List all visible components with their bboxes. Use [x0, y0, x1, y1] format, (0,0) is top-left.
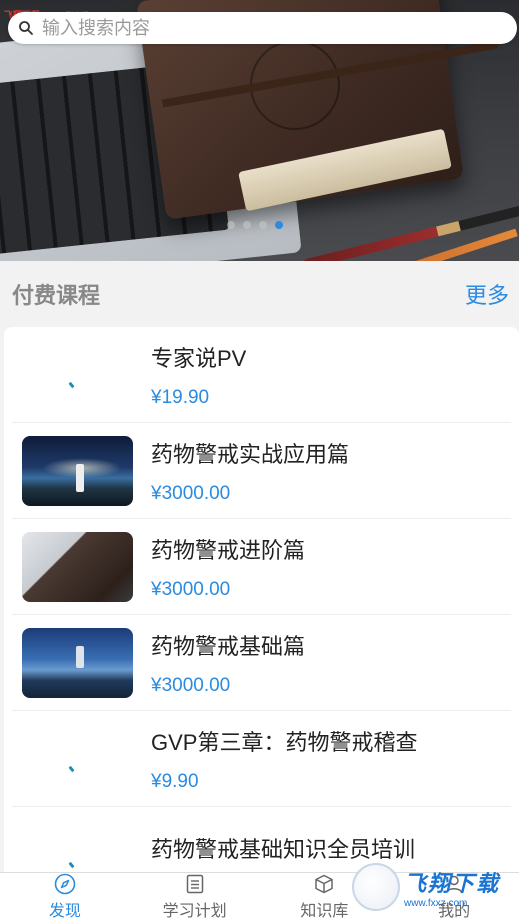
course-thumbnail [22, 435, 133, 506]
search-icon [19, 21, 33, 35]
course-title: GVP第三章：药物警戒稽查 [151, 729, 418, 755]
course-list: 专家说PV ¥19.90 药物警戒实战应用篇 ¥3000.00 药物警戒进阶篇 … [4, 327, 519, 872]
compass-icon [54, 873, 76, 895]
section-header: 付费课程 更多 [0, 261, 519, 327]
course-title: 药物警戒进阶篇 [151, 537, 306, 563]
carousel-dot-active[interactable] [275, 221, 283, 229]
logo-emblem [352, 863, 400, 911]
carousel-dot[interactable] [227, 221, 235, 229]
carousel-dot[interactable] [259, 221, 267, 229]
logo-subtext: www.fxxz.com [404, 897, 468, 909]
watermark-logo: 飞翔下载 www.fxxz.com [352, 857, 512, 917]
tab-label: 知识库 [300, 903, 349, 920]
course-price: ¥19.90 [151, 386, 210, 408]
course-title: 药物警戒实战应用篇 [151, 441, 350, 467]
tab-study-plan[interactable]: 学习计划 [130, 873, 260, 921]
list-icon [186, 874, 203, 894]
course-price: ¥3000.00 [151, 482, 231, 504]
tab-label: 发现 [48, 903, 81, 920]
course-thumbnail [22, 340, 133, 410]
banner-pen-image [302, 204, 519, 261]
course-item[interactable]: 药物警戒实战应用篇 ¥3000.00 [12, 423, 511, 519]
course-thumbnail [22, 820, 133, 873]
search-input[interactable] [42, 17, 462, 39]
course-thumbnail [22, 627, 133, 698]
course-title: 药物警戒基础篇 [151, 633, 306, 659]
search-bar[interactable] [8, 12, 517, 44]
course-thumbnail [22, 531, 133, 602]
tab-label: 学习计划 [162, 903, 227, 920]
carousel-dot[interactable] [243, 221, 251, 229]
course-item[interactable]: 药物警戒基础篇 ¥3000.00 [12, 615, 511, 711]
course-thumbnail [22, 724, 133, 794]
more-link[interactable]: 更多 [465, 278, 509, 310]
course-price: ¥3000.00 [151, 674, 231, 696]
course-price: ¥3000.00 [151, 578, 231, 600]
course-price: ¥9.90 [151, 770, 199, 792]
carousel-indicator [227, 221, 283, 229]
tab-discover[interactable]: 发现 [0, 873, 130, 921]
course-item[interactable]: 药物警戒进阶篇 ¥3000.00 [12, 519, 511, 615]
section-title: 付费课程 [12, 283, 101, 308]
logo-text: 飞翔下载 [404, 870, 501, 896]
course-title: 专家说PV [151, 345, 247, 371]
course-item[interactable]: 专家说PV ¥19.90 [12, 327, 511, 423]
course-item[interactable]: GVP第三章：药物警戒稽查 ¥9.90 [12, 711, 511, 807]
box-icon [315, 874, 334, 894]
